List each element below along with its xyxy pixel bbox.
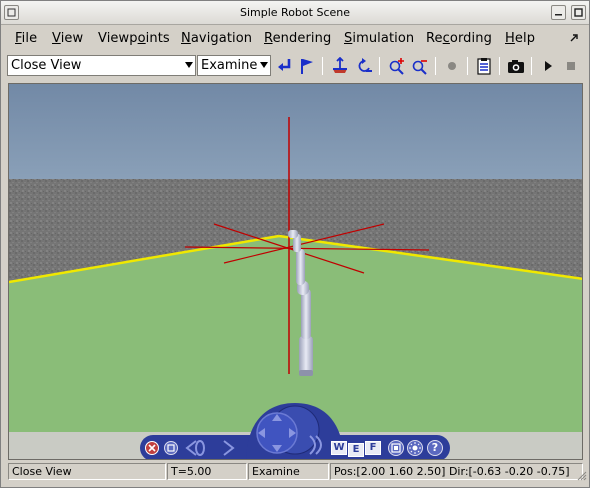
record-button[interactable] <box>442 56 462 76</box>
nav-headlight-button[interactable] <box>407 440 423 456</box>
nav-tilt-button[interactable] <box>306 434 326 456</box>
status-position: Pos:[2.00 1.60 2.50] Dir:[-0.63 -0.20 -0… <box>330 463 583 480</box>
close-icon <box>148 444 156 452</box>
stop-button[interactable] <box>561 56 581 76</box>
navigation-mode-select[interactable]: Examine <box>197 55 271 76</box>
status-viewpoint: Close View <box>8 463 166 480</box>
status-mode: Examine <box>248 463 329 480</box>
menu-file[interactable]: File <box>15 31 37 46</box>
tear-off-icon[interactable] <box>569 33 579 43</box>
camera-icon <box>508 60 524 73</box>
maximize-button[interactable] <box>571 5 586 20</box>
nav-dock-button[interactable] <box>164 441 178 455</box>
toolbar: Close View Examine <box>1 52 589 79</box>
zoom-out-icon <box>412 60 427 75</box>
menu-rendering[interactable]: Rendering <box>264 31 331 46</box>
menu-help[interactable]: Help <box>505 31 535 46</box>
menu-view[interactable]: View <box>52 31 83 46</box>
add-viewpoint-button[interactable] <box>297 56 317 76</box>
direction-pad-icon <box>256 412 298 454</box>
nav-slide-right-button[interactable] <box>214 439 236 457</box>
viewpoint-select[interactable]: Close View <box>7 55 196 76</box>
toolbar-separator <box>499 57 500 75</box>
zoom-in-button[interactable] <box>387 56 407 76</box>
straighten-button[interactable] <box>330 56 350 76</box>
3d-viewport[interactable]: W E F ? <box>8 83 583 460</box>
clipboard-icon <box>477 58 491 75</box>
fit-view-icon <box>391 443 401 453</box>
toolbar-separator <box>435 57 436 75</box>
record-dot-icon <box>448 62 456 70</box>
nav-help-button[interactable]: ? <box>427 440 443 456</box>
app-window: Simple Robot Scene File View Viewpoints … <box>0 0 590 488</box>
menu-recording[interactable]: Recording <box>426 31 492 46</box>
status-time: T=5.00 <box>167 463 247 480</box>
play-icon <box>545 61 552 71</box>
zoom-in-icon <box>389 58 404 75</box>
window-icon <box>167 444 175 452</box>
flag-icon <box>301 59 313 74</box>
nav-w-button[interactable]: W <box>331 441 347 455</box>
nav-slide-left-button[interactable] <box>184 439 206 457</box>
toolbar-separator <box>467 57 468 75</box>
sun-icon <box>409 442 421 454</box>
viewpoint-select-value: Close View <box>11 58 82 73</box>
play-button[interactable] <box>538 56 558 76</box>
navigation-mode-value: Examine <box>201 58 258 73</box>
menu-navigation[interactable]: Navigation <box>181 31 252 46</box>
slide-right-icon <box>223 440 235 456</box>
restore-view-button[interactable] <box>354 56 374 76</box>
tilt-icon <box>309 435 322 455</box>
chevron-down-icon <box>260 62 268 68</box>
scene-tree-button[interactable] <box>474 56 494 76</box>
slide-left-icon <box>185 440 205 456</box>
nav-e-button[interactable]: E <box>348 443 364 457</box>
menu-simulation[interactable]: Simulation <box>344 31 414 46</box>
zoom-out-button[interactable] <box>410 56 430 76</box>
menu-viewpoints[interactable]: Viewpoints <box>98 31 170 46</box>
undo-rotate-icon <box>358 58 372 72</box>
nav-pad[interactable] <box>252 408 302 458</box>
screenshot-button[interactable] <box>506 56 526 76</box>
toolbar-separator <box>379 57 380 75</box>
sky <box>9 84 582 180</box>
chevron-down-icon <box>185 62 193 68</box>
status-bar: Close View T=5.00 Examine Pos:[2.00 1.60… <box>1 463 589 483</box>
stop-icon <box>567 62 575 70</box>
title-bar: Simple Robot Scene <box>1 1 589 25</box>
nav-f-button[interactable]: F <box>365 441 381 455</box>
minimize-button[interactable] <box>551 5 566 20</box>
toolbar-separator <box>531 57 532 75</box>
maximize-icon <box>574 8 583 17</box>
go-to-viewpoint-button[interactable] <box>275 56 295 76</box>
nav-view-all-button[interactable] <box>388 440 404 456</box>
window-title: Simple Robot Scene <box>240 6 350 19</box>
return-arrow-icon <box>278 59 291 71</box>
straighten-icon <box>333 57 347 73</box>
nav-close-button[interactable] <box>145 441 159 455</box>
resize-grip-icon[interactable] <box>577 471 587 481</box>
minimize-icon <box>555 14 562 16</box>
toolbar-separator <box>322 57 323 75</box>
menu-bar: File View Viewpoints Navigation Renderin… <box>1 26 589 50</box>
